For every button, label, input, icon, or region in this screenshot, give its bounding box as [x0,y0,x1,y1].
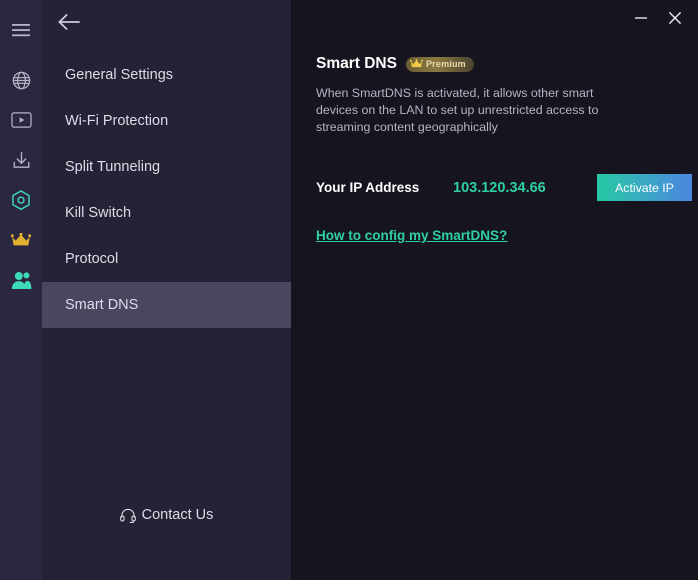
settings-menu-list: General Settings Wi-Fi Protection Split … [42,52,291,328]
content-panel: Smart DNS Premium When SmartDNS is activ… [291,0,698,580]
sidebar-item-label: General Settings [65,67,174,83]
sidebar-item-smart-dns[interactable]: Smart DNS [42,282,291,328]
smart-dns-section: Smart DNS Premium When SmartDNS is activ… [291,0,698,245]
sidebar-item-general-settings[interactable]: General Settings [42,52,291,98]
crown-icon[interactable] [0,220,42,260]
section-description: When SmartDNS is activated, it allows ot… [316,86,599,134]
settings-sidebar: General Settings Wi-Fi Protection Split … [42,0,291,580]
hamburger-menu-icon[interactable] [0,10,42,50]
section-title-row: Smart DNS Premium [316,55,698,73]
streaming-icon[interactable] [0,100,42,140]
back-button[interactable] [54,7,84,37]
sidebar-item-label: Wi-Fi Protection [65,113,169,129]
icon-rail [0,0,42,580]
sidebar-item-protocol[interactable]: Protocol [42,236,291,282]
ip-address-label: Your IP Address [316,180,420,195]
sidebar-topbar [42,0,291,44]
sidebar-item-label: Split Tunneling [65,159,161,175]
app-window: General Settings Wi-Fi Protection Split … [0,0,698,580]
settings-hexagon-icon[interactable] [0,180,42,220]
close-button[interactable] [658,1,692,35]
contact-us-button[interactable]: Contact Us [42,507,291,523]
contact-us-label: Contact Us [141,507,214,523]
sidebar-item-wifi-protection[interactable]: Wi-Fi Protection [42,98,291,144]
badge-label: Premium [425,59,466,69]
ip-address-value: 103.120.34.66 [453,179,546,196]
page-title: Smart DNS [316,55,397,72]
sidebar-item-label: Smart DNS [65,297,139,313]
ip-address-row: Your IP Address 103.120.34.66 Activate I… [316,174,698,201]
window-controls [624,0,698,36]
sidebar-item-label: Kill Switch [65,205,132,221]
badge-crown-icon [409,59,423,69]
activate-ip-button[interactable]: Activate IP [597,174,692,201]
minimize-button[interactable] [624,1,658,35]
download-icon[interactable] [0,140,42,180]
sidebar-item-label: Protocol [65,251,119,267]
users-icon[interactable] [0,260,42,300]
sidebar-item-kill-switch[interactable]: Kill Switch [42,190,291,236]
sidebar-item-split-tunneling[interactable]: Split Tunneling [42,144,291,190]
how-to-config-link[interactable]: How to config my SmartDNS? [316,228,507,243]
premium-badge: Premium [405,56,474,72]
globe-icon[interactable] [0,60,42,100]
headset-icon [119,508,136,523]
